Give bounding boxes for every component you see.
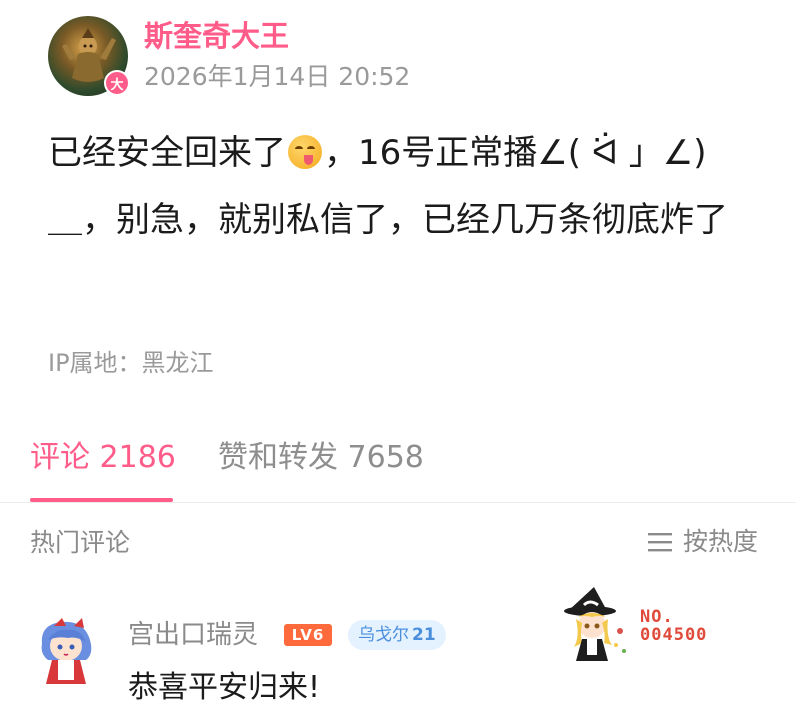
post-card: 大 斯奎奇大王 2026年1月14日 20:52 已经安全回来了 ，16号正常播∠…	[0, 0, 796, 717]
tab-comments[interactable]: 评论 2186	[30, 440, 176, 476]
post-timestamp: 2026年1月14日 20:52	[144, 62, 411, 91]
sort-by-hotness-button[interactable]: 按热度	[647, 526, 758, 558]
fan-medal-name: 乌戈尔	[358, 625, 409, 645]
commenter-avatar[interactable]	[32, 614, 102, 688]
ip-location: IP属地：黑龙江	[48, 349, 214, 377]
fan-medal-level: 21	[412, 625, 436, 645]
sort-label: 按热度	[682, 527, 758, 556]
yum-face-emoji-icon	[288, 135, 322, 169]
post-content: 已经安全回来了 ，16号正常播∠( ᐛ 」∠)＿，别急，就别私信了，已经几万条彻底…	[48, 120, 748, 254]
commenter-username[interactable]: 宫出口瑞灵	[128, 618, 258, 652]
witch-chibi-icon	[564, 587, 626, 661]
decoration-card	[560, 585, 630, 665]
comment-text: 恭喜平安归来!	[128, 670, 321, 705]
post-text-part-1: 已经安全回来了	[48, 133, 286, 173]
tabs-divider	[0, 502, 796, 503]
hot-comments-title: 热门评论	[30, 528, 131, 557]
decoration-card-number: NO. 004500	[640, 607, 708, 645]
user-level-badge: LV6	[284, 624, 332, 646]
menu-lines-icon	[647, 533, 672, 552]
tab-likes-reposts[interactable]: 赞和转发 7658	[218, 440, 424, 476]
author-username[interactable]: 斯奎奇大王	[144, 18, 289, 54]
author-vip-badge: 大	[104, 70, 130, 96]
anime-girl-avatar-icon	[41, 618, 92, 684]
fan-medal-badge[interactable]: 乌戈尔 21	[348, 620, 446, 650]
